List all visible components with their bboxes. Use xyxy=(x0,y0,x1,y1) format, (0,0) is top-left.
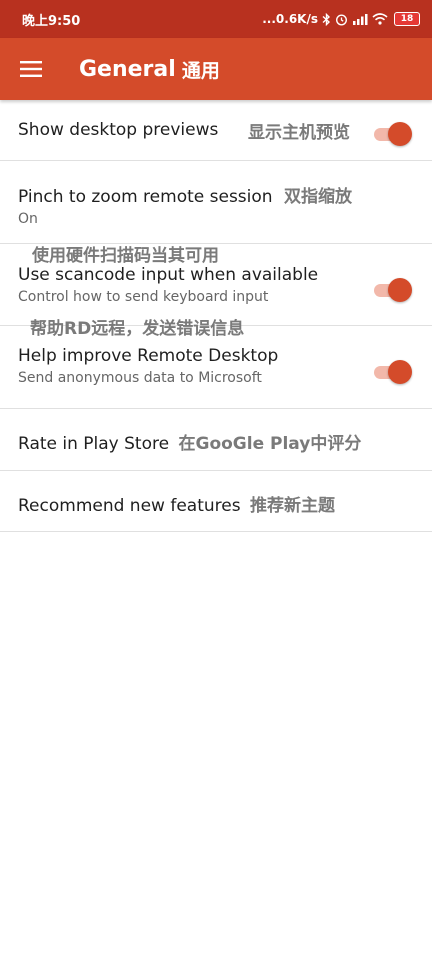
toggle-thumb xyxy=(388,360,412,384)
battery-icon: 18 xyxy=(394,12,420,26)
setting-rate-in-play-store[interactable]: Rate in Play Store 在GooGle Play中评分 xyxy=(0,409,432,471)
setting-recommend-new-features[interactable]: Recommend new features 推荐新主题 xyxy=(0,471,432,532)
status-time: 晚上9:50 xyxy=(22,13,81,29)
network-speed: ...0.6K/s xyxy=(262,12,318,26)
app-bar: General 通用 xyxy=(0,38,432,100)
settings-list: Show desktop previews 显示主机预览 Pinch to zo… xyxy=(0,100,432,532)
setting-annotation: 使用硬件扫描码当其可用 xyxy=(32,246,219,266)
setting-annotation: 双指缩放 xyxy=(283,187,352,207)
setting-annotation: 帮助RD远程，发送错误信息 xyxy=(30,319,245,339)
setting-annotation: 推荐新主题 xyxy=(249,496,335,516)
setting-subtitle: Send anonymous data to Microsoft xyxy=(18,370,262,386)
setting-title: Pinch to zoom remote session xyxy=(18,187,273,207)
alarm-icon xyxy=(335,13,348,26)
bluetooth-icon xyxy=(322,12,331,26)
hamburger-menu-icon[interactable] xyxy=(0,38,62,100)
setting-title: Rate in Play Store xyxy=(18,434,170,454)
toggle-thumb xyxy=(388,122,412,146)
setting-title: Show desktop previews xyxy=(18,120,219,140)
setting-title: Recommend new features xyxy=(18,496,241,516)
setting-help-improve-remote-desktop[interactable]: 帮助RD远程，发送错误信息 Help improve Remote Deskto… xyxy=(0,319,432,409)
setting-title: Use scancode input when available xyxy=(18,265,319,285)
signal-icon xyxy=(352,13,368,25)
setting-subtitle: On xyxy=(18,211,38,227)
page-title: General xyxy=(79,56,176,82)
status-bar: 晚上9:50 ...0.6K/s 18 xyxy=(0,0,432,38)
toggle-thumb xyxy=(388,278,412,302)
help-improve-toggle[interactable] xyxy=(374,360,412,384)
setting-show-desktop-previews[interactable]: Show desktop previews 显示主机预览 xyxy=(0,100,432,161)
setting-annotation: 在GooGle Play中评分 xyxy=(178,434,362,454)
setting-title: Help improve Remote Desktop xyxy=(18,346,279,366)
show-desktop-previews-toggle[interactable] xyxy=(374,122,412,146)
page-title-annotation: 通用 xyxy=(181,59,220,82)
wifi-icon xyxy=(372,13,388,25)
scancode-input-toggle[interactable] xyxy=(374,278,412,302)
setting-annotation: 显示主机预览 xyxy=(248,123,350,143)
setting-subtitle: Control how to send keyboard input xyxy=(18,289,269,305)
setting-pinch-to-zoom[interactable]: Pinch to zoom remote session 双指缩放 On xyxy=(0,161,432,244)
status-icons: ...0.6K/s 18 xyxy=(262,12,420,26)
